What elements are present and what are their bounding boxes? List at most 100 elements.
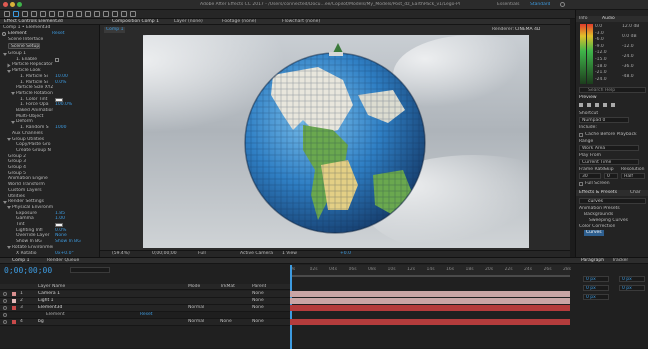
effects-search-input[interactable]: curves — [579, 198, 646, 204]
disclosure-triangle-icon[interactable] — [11, 92, 15, 96]
layer-name[interactable]: Light 1 — [38, 298, 54, 304]
timeline-timecode[interactable]: 0;00;00;00 — [4, 266, 52, 275]
color-swatch[interactable] — [55, 97, 63, 102]
type-tool-icon[interactable] — [85, 11, 91, 17]
layer-parent-dropdown[interactable]: None — [252, 305, 264, 311]
clone-stamp-tool-icon[interactable] — [103, 11, 109, 17]
brush-tool-icon[interactable] — [94, 11, 100, 17]
timeline-search-input[interactable] — [70, 267, 110, 273]
first-frame-icon[interactable] — [579, 103, 583, 107]
rectangle-tool-icon[interactable] — [67, 11, 73, 17]
tab-effects-presets[interactable]: Effects & Presets — [579, 190, 617, 196]
rotate-tool-icon[interactable] — [40, 11, 46, 17]
puppet-tool-icon[interactable] — [130, 11, 136, 17]
layer-name[interactable]: Camera 1 — [38, 291, 60, 297]
workspace-essentials[interactable]: Essentials — [497, 2, 520, 8]
label-color-swatch[interactable] — [12, 320, 16, 324]
close-window-button[interactable] — [3, 2, 8, 7]
disclosure-triangle-icon[interactable] — [7, 246, 11, 250]
layer-row[interactable]: 4 bg Normal None None — [0, 319, 290, 326]
layer-parent-dropdown[interactable]: None — [252, 319, 264, 325]
layer-parent-dropdown[interactable]: None — [252, 291, 264, 297]
shortcut-dropdown[interactable]: Numpad 0 — [579, 117, 629, 123]
eraser-tool-icon[interactable] — [112, 11, 118, 17]
disclosure-triangle-icon[interactable] — [3, 52, 7, 56]
roto-brush-tool-icon[interactable] — [121, 11, 127, 17]
layer-duration-bar[interactable] — [290, 305, 570, 311]
layer-name[interactable]: Element3d — [38, 305, 62, 311]
paragraph-indent-field[interactable]: 0 px — [583, 294, 609, 300]
home-icon[interactable] — [4, 11, 10, 17]
tab-footage[interactable]: Footage (none) — [222, 19, 256, 25]
scene-setup-button[interactable]: Scene Setup — [8, 43, 40, 49]
layer-row[interactable]: 3 Element3d Normal None — [0, 305, 290, 312]
layer-duration-bar[interactable] — [290, 291, 570, 297]
renderer-value[interactable]: CINEMA 4D — [515, 27, 540, 33]
layer-row[interactable]: 1 Camera 1 None — [0, 291, 290, 298]
disclosure-triangle-icon[interactable] — [7, 206, 11, 210]
visibility-eye-icon[interactable] — [3, 306, 7, 310]
work-area-bar[interactable] — [290, 275, 570, 277]
tab-info[interactable]: Info — [579, 16, 588, 22]
tab-composition[interactable]: Composition Comp 1 — [112, 19, 159, 25]
disclosure-triangle-icon[interactable] — [11, 120, 15, 124]
tab-layer[interactable]: Layer (none) — [174, 19, 203, 25]
layer-duration-bar[interactable] — [290, 298, 570, 304]
disclosure-triangle-icon[interactable] — [7, 69, 11, 73]
paragraph-indent-field[interactable]: 0 px — [583, 285, 609, 291]
selection-tool-icon[interactable] — [13, 11, 19, 17]
label-color-swatch[interactable] — [12, 306, 16, 310]
tab-render-queue[interactable]: Render Queue — [47, 258, 79, 264]
composition-viewer[interactable] — [143, 35, 529, 248]
camera-tool-icon[interactable] — [49, 11, 55, 17]
layer-mode-dropdown[interactable]: Normal — [188, 305, 204, 311]
zoom-tool-icon[interactable] — [31, 11, 37, 17]
workspace-standard[interactable]: Standard — [530, 2, 550, 8]
label-color-swatch[interactable] — [12, 299, 16, 303]
comp-1-tab[interactable]: Comp 1 — [104, 27, 126, 33]
paragraph-indent-field[interactable]: 0 px — [619, 276, 645, 282]
zoom-window-button[interactable] — [17, 2, 22, 7]
disclosure-triangle-icon[interactable] — [7, 138, 11, 141]
search-help-field[interactable]: Search Help — [579, 87, 646, 93]
skip-field[interactable]: 0 — [604, 173, 618, 179]
layer-trkmat-dropdown[interactable]: None — [220, 319, 232, 325]
tab-character[interactable]: Char — [630, 190, 641, 196]
visibility-eye-icon[interactable] — [3, 292, 7, 296]
range-dropdown[interactable]: Work Area — [579, 145, 639, 151]
full-screen-checkbox[interactable] — [579, 182, 583, 186]
paragraph-indent-field[interactable]: 0 px — [619, 285, 645, 291]
effect-reset-link[interactable]: Reset — [52, 31, 65, 37]
visibility-eye-icon[interactable] — [3, 320, 7, 324]
label-color-swatch[interactable] — [12, 292, 16, 296]
effect-preset-item[interactable]: Curves — [584, 230, 604, 236]
tab-comp-1-timeline[interactable]: Comp 1 — [12, 258, 29, 264]
tab-audio[interactable]: Audio — [602, 16, 615, 22]
effect-sub-row[interactable]: Element Reset — [0, 312, 290, 319]
fx-toggle-icon[interactable] — [2, 32, 6, 36]
play-icon[interactable] — [595, 103, 599, 107]
next-frame-icon[interactable] — [603, 103, 607, 107]
hand-tool-icon[interactable] — [22, 11, 28, 17]
disclosure-triangle-icon[interactable] — [7, 63, 11, 68]
previous-frame-icon[interactable] — [587, 103, 591, 107]
pen-tool-icon[interactable] — [76, 11, 82, 17]
layer-name[interactable]: bg — [38, 319, 44, 325]
pan-behind-tool-icon[interactable] — [58, 11, 64, 17]
layer-effect-reset-link[interactable]: Reset — [140, 312, 153, 318]
visibility-eye-icon[interactable] — [3, 313, 7, 317]
tab-paragraph[interactable]: Paragraph — [581, 258, 604, 264]
enable-checkbox[interactable] — [55, 57, 59, 62]
last-frame-icon[interactable] — [611, 103, 615, 107]
visibility-eye-icon[interactable] — [3, 299, 7, 303]
resolution-preview-dropdown[interactable]: Half — [621, 173, 645, 179]
minimize-window-button[interactable] — [10, 2, 15, 7]
layer-name[interactable]: Element — [46, 312, 65, 318]
frame-rate-dropdown[interactable]: 30 — [579, 173, 601, 179]
layer-duration-bar[interactable] — [290, 319, 570, 325]
color-swatch[interactable] — [55, 223, 63, 227]
tab-tracker[interactable]: Tracker — [612, 258, 628, 264]
time-ruler[interactable]: 0s 02s 04s 06s 08s 10s 12s 14s 16s 18s 20s 22s 24s 26… — [290, 265, 571, 349]
paragraph-indent-field[interactable]: 0 px — [583, 276, 609, 282]
search-icon[interactable] — [560, 2, 565, 7]
